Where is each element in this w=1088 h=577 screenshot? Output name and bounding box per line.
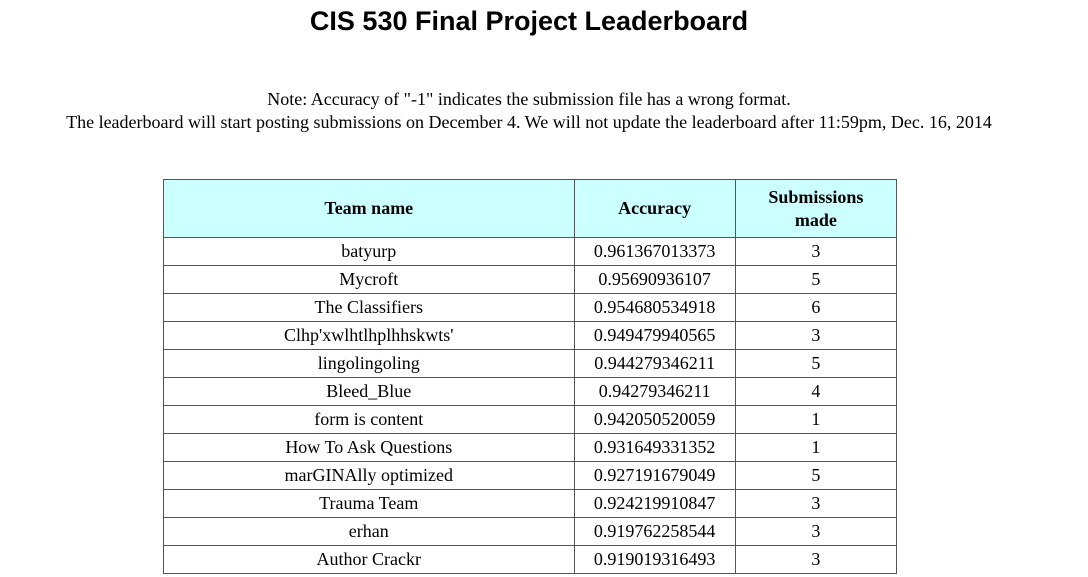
- team-name-cell: The Classifiers: [163, 293, 575, 322]
- team-name-cell: lingolingoling: [163, 349, 575, 378]
- header-row: Team name Accuracy Submissions made: [163, 179, 898, 238]
- table-row: batyurp 0.961367013373 3: [163, 237, 898, 266]
- accuracy-cell: 0.954680534918: [573, 293, 736, 322]
- team-name-cell: erhan: [163, 517, 575, 546]
- team-name-cell: Trauma Team: [163, 489, 575, 518]
- submissions-header: Submissions made: [734, 179, 898, 238]
- accuracy-cell: 0.927191679049: [573, 461, 736, 490]
- submissions-cell: 1: [734, 433, 898, 462]
- note: Note: Accuracy of "-1" indicates the sub…: [0, 88, 1058, 134]
- table-row: marGINAlly optimized 0.927191679049 5: [163, 461, 898, 490]
- accuracy-cell: 0.919019316493: [573, 545, 736, 574]
- accuracy-cell: 0.919762258544: [573, 517, 736, 546]
- submissions-cell: 5: [734, 349, 898, 378]
- note-format-warning: Note: Accuracy of "-1" indicates the sub…: [267, 89, 791, 109]
- note-schedule: The leaderboard will start posting submi…: [66, 112, 992, 132]
- team-name-cell: batyurp: [163, 237, 575, 266]
- table-row: Author Crackr 0.919019316493 3: [163, 545, 898, 574]
- leaderboard-table: Team name Accuracy Submissions made baty…: [163, 179, 898, 574]
- submissions-cell: 6: [734, 293, 898, 322]
- submissions-header-label: Submissions made: [768, 186, 864, 230]
- submissions-cell: 5: [734, 265, 898, 294]
- team-name-cell: Author Crackr: [163, 545, 575, 574]
- team-name-cell: Mycroft: [163, 265, 575, 294]
- table-row: erhan 0.919762258544 3: [163, 517, 898, 546]
- table-row: Clhp'xwlhtlhplhhskwts' 0.949479940565 3: [163, 321, 898, 350]
- table-row: Mycroft 0.95690936107 5: [163, 265, 898, 294]
- submissions-cell: 5: [734, 461, 898, 490]
- accuracy-header: Accuracy: [573, 179, 736, 238]
- team-name-cell: How To Ask Questions: [163, 433, 575, 462]
- table-row: Bleed_Blue 0.94279346211 4: [163, 377, 898, 406]
- submissions-cell: 3: [734, 517, 898, 546]
- table-row: form is content 0.942050520059 1: [163, 405, 898, 434]
- submissions-cell: 1: [734, 405, 898, 434]
- table-row: How To Ask Questions 0.931649331352 1: [163, 433, 898, 462]
- table-row: The Classifiers 0.954680534918 6: [163, 293, 898, 322]
- table-row: Trauma Team 0.924219910847 3: [163, 489, 898, 518]
- team-name-header: Team name: [163, 179, 575, 238]
- submissions-cell: 3: [734, 489, 898, 518]
- table-row: lingolingoling 0.944279346211 5: [163, 349, 898, 378]
- team-name-cell: Bleed_Blue: [163, 377, 575, 406]
- team-name-cell: Clhp'xwlhtlhplhhskwts': [163, 321, 575, 350]
- submissions-cell: 3: [734, 321, 898, 350]
- accuracy-cell: 0.944279346211: [573, 349, 736, 378]
- accuracy-cell: 0.961367013373: [573, 237, 736, 266]
- accuracy-cell: 0.95690936107: [573, 265, 736, 294]
- submissions-cell: 4: [734, 377, 898, 406]
- accuracy-cell: 0.924219910847: [573, 489, 736, 518]
- accuracy-cell: 0.94279346211: [573, 377, 736, 406]
- submissions-cell: 3: [734, 237, 898, 266]
- team-name-cell: form is content: [163, 405, 575, 434]
- accuracy-cell: 0.942050520059: [573, 405, 736, 434]
- team-name-cell: marGINAlly optimized: [163, 461, 575, 490]
- page-title: CIS 530 Final Project Leaderboard: [309, 6, 749, 36]
- submissions-cell: 3: [734, 545, 898, 574]
- accuracy-cell: 0.949479940565: [573, 321, 736, 350]
- accuracy-cell: 0.931649331352: [573, 433, 736, 462]
